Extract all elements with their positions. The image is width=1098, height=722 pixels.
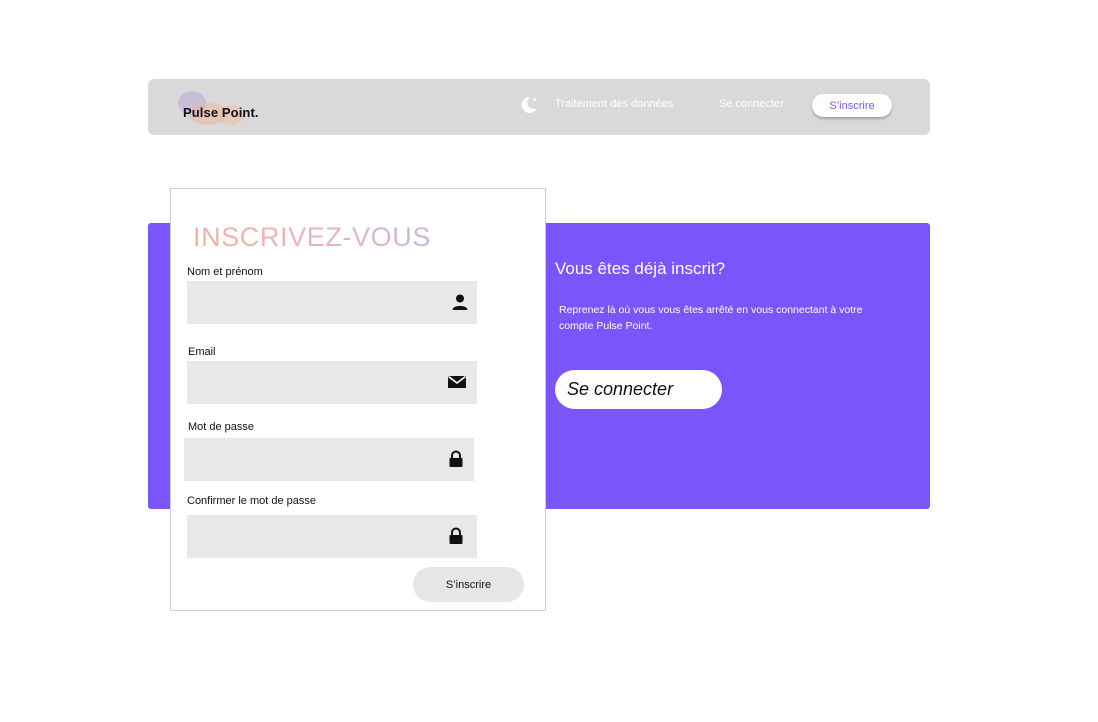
banner-title: Vous êtes déjà inscrit? [555, 259, 726, 278]
lock-icon [447, 450, 465, 468]
banner-description: Reprenez là où vous vous êtes arrêté en … [559, 304, 863, 332]
nav-signup-button[interactable]: S’inscrire [812, 94, 892, 117]
top-navbar: Pulse Point. Traitement des données Se c… [148, 79, 930, 135]
nav-link-data-processing[interactable]: Traitement des données [555, 98, 673, 110]
signup-form-card: INSCRIVEZ-VOUS Nom et prénom Email Mot d… [170, 188, 546, 611]
banner-login-button[interactable]: Se connecter [555, 370, 722, 409]
logo-text: Pulse Point. [183, 105, 259, 120]
field-label-password: Mot de passe [188, 421, 255, 433]
password-input[interactable] [184, 438, 474, 481]
lock-icon [447, 527, 465, 545]
field-label-name: Nom et prénom [187, 266, 263, 278]
user-icon [451, 293, 469, 311]
nav-link-login[interactable]: Se connecter [719, 98, 784, 110]
moon-icon[interactable] [518, 94, 540, 116]
pulse-point-logo[interactable]: Pulse Point. [178, 87, 268, 127]
field-label-confirm-password: Confirmer le mot de passe [187, 495, 316, 507]
confirm-password-input[interactable] [187, 515, 477, 558]
form-title: INSCRIVEZ-VOUS [193, 222, 431, 252]
email-input[interactable] [187, 361, 477, 404]
envelope-icon [447, 374, 467, 392]
name-input[interactable] [187, 281, 477, 324]
field-label-email: Email [188, 346, 216, 358]
signup-submit-button[interactable]: S’inscrire [413, 567, 524, 602]
